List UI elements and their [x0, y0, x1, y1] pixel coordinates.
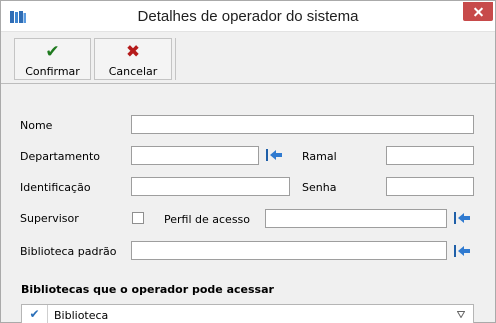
- perfil-lookup-icon[interactable]: [453, 211, 471, 225]
- ramal-field[interactable]: [386, 146, 474, 165]
- perfil-label: Perfil de acesso: [164, 213, 251, 226]
- biblioteca-label: Biblioteca padrão: [20, 245, 117, 258]
- nome-field[interactable]: [131, 115, 474, 134]
- column-header-biblioteca[interactable]: Biblioteca: [54, 309, 108, 322]
- checkmark-icon: ✔: [45, 42, 60, 62]
- nome-label: Nome: [20, 119, 53, 132]
- ramal-label: Ramal: [302, 150, 337, 163]
- biblioteca-field[interactable]: [131, 241, 447, 260]
- libraries-section-title: Bibliotecas que o operador pode acessar: [21, 283, 274, 296]
- select-all-checkmark-icon[interactable]: ✔: [22, 305, 48, 323]
- cancel-button[interactable]: ✖ Cancelar: [94, 38, 172, 80]
- dialog-window: Detalhes de operador do sistema ✔ Confir…: [0, 0, 496, 323]
- toolbar-separator: [175, 38, 176, 80]
- cancel-label: Cancelar: [108, 65, 158, 78]
- biblioteca-lookup-icon[interactable]: [453, 244, 471, 258]
- supervisor-checkbox[interactable]: [132, 212, 144, 224]
- x-cross-icon: ✖: [125, 42, 141, 62]
- toolbar: ✔ Confirmar ✖ Cancelar: [1, 33, 495, 84]
- libraries-grid[interactable]: ✔ Biblioteca: [21, 304, 474, 323]
- departamento-lookup-icon[interactable]: [265, 148, 283, 162]
- departamento-field[interactable]: [131, 146, 259, 165]
- confirm-label: Confirmar: [25, 65, 80, 78]
- perfil-field[interactable]: [265, 209, 447, 228]
- identificacao-label: Identificação: [20, 181, 91, 194]
- confirm-button[interactable]: ✔ Confirmar: [14, 38, 91, 80]
- close-button[interactable]: [463, 2, 493, 21]
- supervisor-label: Supervisor: [20, 212, 79, 225]
- filter-icon[interactable]: [457, 311, 465, 318]
- title-bar[interactable]: Detalhes de operador do sistema: [1, 1, 495, 32]
- window-title: Detalhes de operador do sistema: [137, 8, 359, 25]
- identificacao-field[interactable]: [131, 177, 290, 196]
- senha-field[interactable]: [386, 177, 474, 196]
- departamento-label: Departamento: [20, 150, 101, 163]
- senha-label: Senha: [302, 181, 337, 194]
